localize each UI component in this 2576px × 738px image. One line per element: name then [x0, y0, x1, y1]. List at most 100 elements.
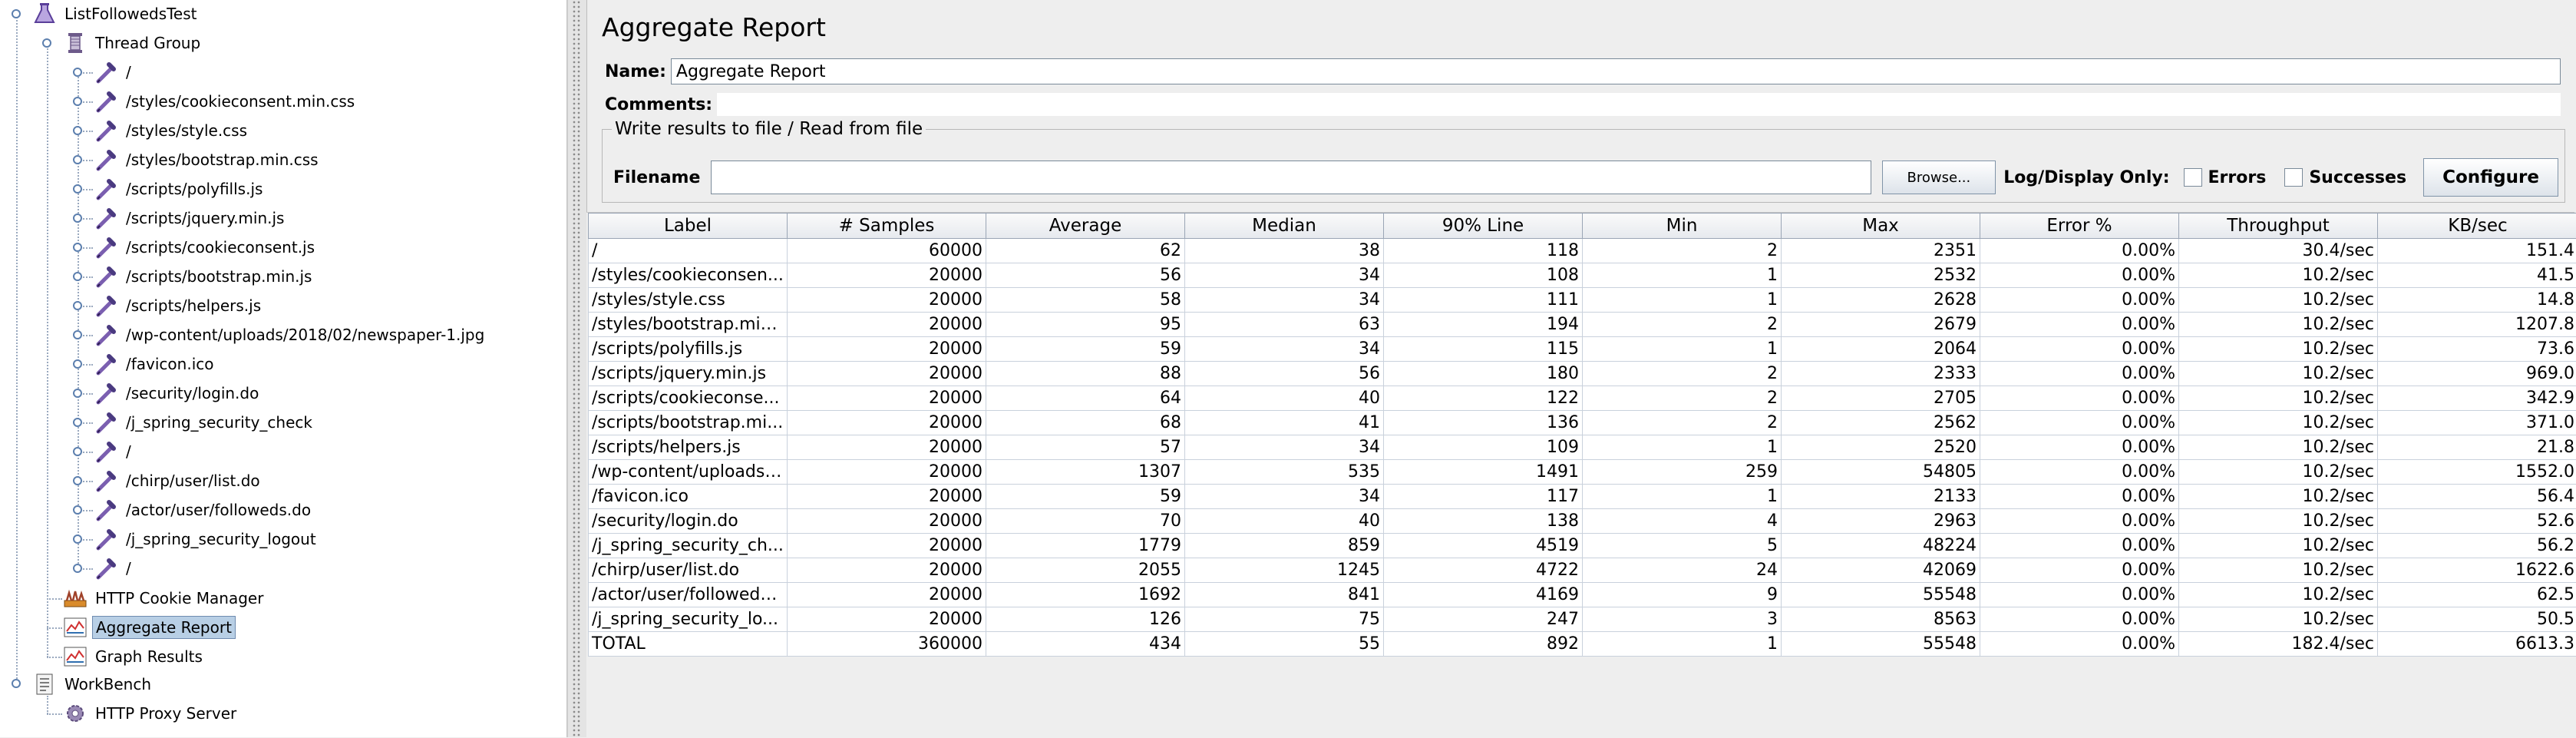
chart-listener-icon: [63, 615, 88, 640]
tree-node-root[interactable]: ListFollowedsTest: [32, 0, 200, 28]
expand-toggle-sampler[interactable]: [73, 476, 82, 485]
tree-node-sampler[interactable]: /: [94, 554, 134, 582]
aggregate-report-panel: Aggregate Report Name: Comments: Write r…: [586, 0, 2576, 737]
table-row[interactable]: /scripts/jquery.min.js200008856180223330…: [589, 362, 2576, 386]
table-row[interactable]: /actor/user/followeds....200001692841416…: [589, 583, 2576, 607]
tree-node-sampler[interactable]: /scripts/bootstrap.min.js: [94, 263, 315, 290]
tree-node-sampler[interactable]: /: [94, 438, 134, 465]
expand-toggle-workbench[interactable]: [12, 679, 21, 688]
test-plan-tree[interactable]: ListFollowedsTest Thread Group HTTP Cook…: [0, 0, 567, 737]
table-row[interactable]: /j_spring_security_lo...2000012675247385…: [589, 607, 2576, 632]
column-header[interactable]: Min: [1583, 213, 1782, 239]
expand-toggle-sampler[interactable]: [73, 564, 82, 573]
expand-toggle-sampler[interactable]: [73, 243, 82, 252]
errors-checkbox[interactable]: [2184, 168, 2202, 187]
expand-toggle-sampler[interactable]: [73, 97, 82, 106]
column-header[interactable]: Max: [1782, 213, 1980, 239]
tree-node-sampler[interactable]: /scripts/helpers.js: [94, 292, 264, 319]
browse-button[interactable]: Browse...: [1882, 161, 1996, 194]
expand-toggle-sampler[interactable]: [73, 126, 82, 135]
tree-node-graph-results[interactable]: Graph Results: [63, 643, 206, 670]
table-cell: 2: [1583, 411, 1782, 435]
results-table-container[interactable]: Label# SamplesAverageMedian90% LineMinMa…: [586, 212, 2574, 738]
column-header[interactable]: Average: [986, 213, 1185, 239]
table-row[interactable]: /scripts/cookieconse...20000644012222705…: [589, 386, 2576, 411]
table-cell: 24: [1583, 558, 1782, 583]
column-header[interactable]: Median: [1185, 213, 1384, 239]
split-pane-divider[interactable]: [567, 0, 587, 737]
column-header[interactable]: Error %: [1980, 213, 2179, 239]
expand-toggle-sampler[interactable]: [73, 155, 82, 164]
table-cell: 8563: [1782, 607, 1980, 632]
tree-node-sampler[interactable]: /scripts/jquery.min.js: [94, 204, 287, 232]
table-row[interactable]: /600006238118223510.00%30.4/sec151.4: [589, 239, 2576, 263]
expand-toggle-sampler[interactable]: [73, 447, 82, 456]
expand-toggle-sampler[interactable]: [73, 389, 82, 398]
column-header[interactable]: Label: [589, 213, 788, 239]
tree-node-sampler[interactable]: /styles/style.css: [94, 117, 250, 144]
table-row[interactable]: /favicon.ico200005934117121330.00%10.2/s…: [589, 485, 2576, 509]
tree-node-sampler[interactable]: /scripts/cookieconsent.js: [94, 233, 318, 261]
table-cell: 2133: [1782, 485, 1980, 509]
table-row[interactable]: /scripts/polyfills.js200005934115120640.…: [589, 337, 2576, 362]
pipette-icon: [94, 439, 118, 464]
expand-toggle-sampler[interactable]: [73, 418, 82, 427]
column-header[interactable]: Throughput: [2179, 213, 2378, 239]
table-row[interactable]: /styles/bootstrap.min....200009563194226…: [589, 313, 2576, 337]
tree-node-aggregate-report[interactable]: Aggregate Report: [63, 614, 236, 641]
table-row[interactable]: /scripts/bootstrap.mi...2000068411362256…: [589, 411, 2576, 435]
comments-input[interactable]: [717, 93, 2561, 116]
expand-toggle-sampler[interactable]: [73, 213, 82, 223]
results-table: Label# SamplesAverageMedian90% LineMinMa…: [588, 213, 2576, 657]
table-row[interactable]: /security/login.do200007040138429630.00%…: [589, 509, 2576, 534]
expand-toggle-sampler[interactable]: [73, 184, 82, 194]
tree-node-sampler[interactable]: /security/login.do: [94, 379, 262, 407]
expand-toggle-sampler[interactable]: [73, 301, 82, 310]
name-input[interactable]: [671, 58, 2561, 84]
table-cell: 20000: [788, 386, 986, 411]
successes-checkbox[interactable]: [2284, 168, 2303, 187]
tree-node-cookie-manager[interactable]: HTTP Cookie Manager: [63, 584, 266, 612]
tree-node-sampler[interactable]: /j_spring_security_check: [94, 409, 315, 436]
tree-node-thread-group[interactable]: Thread Group: [63, 29, 203, 57]
expand-toggle-sampler[interactable]: [73, 68, 82, 77]
table-cell: 2055: [986, 558, 1185, 583]
column-header[interactable]: 90% Line: [1384, 213, 1583, 239]
tree-node-sampler[interactable]: /: [94, 58, 134, 86]
table-row[interactable]: TOTAL360000434558921555480.00%182.4/sec6…: [589, 632, 2576, 657]
tree-node-sampler[interactable]: /styles/bootstrap.min.css: [94, 146, 322, 174]
tree-node-sampler[interactable]: /wp-content/uploads/2018/02/newspaper-1.…: [94, 321, 487, 349]
table-cell: 20000: [788, 435, 986, 460]
tree-node-sampler[interactable]: /actor/user/followeds.do: [94, 496, 314, 524]
tree-node-workbench[interactable]: WorkBench: [32, 670, 154, 698]
tree-label-sampler: /styles/bootstrap.min.css: [123, 149, 322, 170]
tree-node-sampler[interactable]: /styles/cookieconsent.min.css: [94, 88, 358, 115]
table-row[interactable]: /styles/cookieconsen...20000563410812532…: [589, 263, 2576, 288]
column-header[interactable]: # Samples: [788, 213, 986, 239]
pipette-icon: [94, 410, 118, 435]
tree-node-sampler[interactable]: /chirp/user/list.do: [94, 467, 263, 495]
table-row[interactable]: /wp-content/uploads/...20000130753514912…: [589, 460, 2576, 485]
expand-toggle-root[interactable]: [12, 9, 21, 18]
expand-toggle-sampler[interactable]: [73, 505, 82, 515]
tree-node-sampler[interactable]: /j_spring_security_logout: [94, 525, 319, 553]
tree-node-proxy-server[interactable]: HTTP Proxy Server: [63, 700, 239, 727]
expand-toggle-sampler[interactable]: [73, 534, 82, 544]
tree-node-sampler[interactable]: /scripts/polyfills.js: [94, 175, 266, 203]
table-row[interactable]: /j_spring_security_ch...2000017798594519…: [589, 534, 2576, 558]
table-row[interactable]: /styles/style.css200005834111126280.00%1…: [589, 288, 2576, 313]
column-header[interactable]: KB/sec: [2378, 213, 2576, 239]
expand-toggle-sampler[interactable]: [73, 272, 82, 281]
tree-node-sampler[interactable]: /favicon.ico: [94, 350, 216, 378]
expand-toggle-sampler[interactable]: [73, 359, 82, 369]
expand-toggle-sampler[interactable]: [73, 330, 82, 339]
configure-button[interactable]: Configure: [2423, 158, 2558, 197]
file-row: Filename Browse... Log/Display Only: Err…: [609, 159, 2558, 196]
table-row[interactable]: /scripts/helpers.js200005734109125200.00…: [589, 435, 2576, 460]
tree-connector: [16, 17, 18, 682]
expand-toggle-thread-group[interactable]: [42, 38, 51, 48]
filename-input[interactable]: [711, 161, 1871, 194]
table-row[interactable]: /chirp/user/list.do200002055124547222442…: [589, 558, 2576, 583]
table-cell: 0.00%: [1980, 263, 2179, 288]
table-cell: /styles/style.css: [589, 288, 788, 313]
